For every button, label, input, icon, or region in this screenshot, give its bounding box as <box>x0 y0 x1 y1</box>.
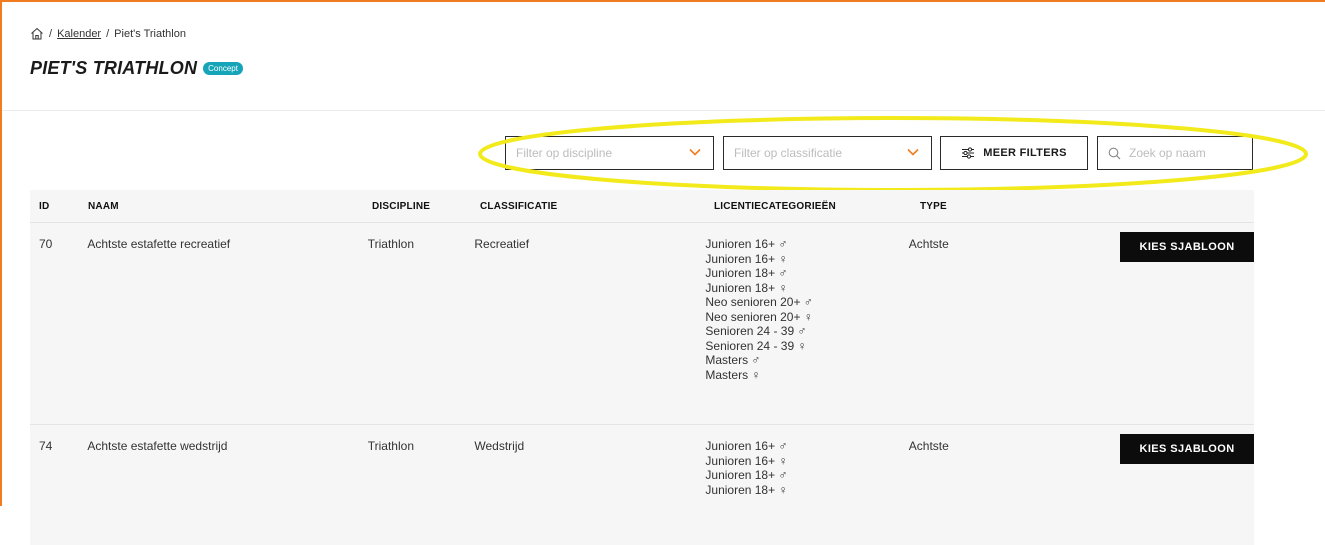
license-category: Junioren 18+ ♀ <box>705 280 788 295</box>
discipline-filter-placeholder: Filter op discipline <box>516 146 613 160</box>
license-category: Neo senioren 20+ ♀ <box>705 309 813 324</box>
column-header-classificatie: CLASSIFICATIE <box>480 200 558 212</box>
breadcrumb-link-kalender[interactable]: Kalender <box>57 28 101 40</box>
license-category: Masters ♀ <box>705 367 761 382</box>
search-icon <box>1108 147 1121 159</box>
chevron-down-icon <box>907 148 919 156</box>
cell-licentie: Junioren 16+ ♂ Junioren 16+ ♀ Junioren 1… <box>705 223 908 424</box>
more-filters-label: MEER FILTERS <box>983 147 1067 159</box>
cell-licentie: Junioren 16+ ♂ Junioren 16+ ♀ Junioren 1… <box>705 425 908 545</box>
title-row: PIET'S TRIATHLON Concept <box>30 58 243 79</box>
cell-classificatie: Wedstrijd <box>474 439 525 453</box>
cell-type: Achtste <box>908 439 949 453</box>
cell-id: 74 <box>39 439 53 453</box>
window-border-top <box>0 0 1325 2</box>
cell-action: KIES SJABLOON <box>1120 425 1255 545</box>
license-category: Junioren 18+ ♀ <box>705 482 788 497</box>
status-badge: Concept <box>203 62 243 75</box>
license-category: Masters ♂ <box>705 353 761 367</box>
more-filters-button[interactable]: MEER FILTERS <box>940 136 1088 170</box>
breadcrumb-separator: / <box>49 27 53 40</box>
discipline-filter-select[interactable]: Filter op discipline <box>505 136 714 170</box>
home-icon[interactable] <box>30 27 44 40</box>
chevron-down-icon <box>689 148 701 156</box>
choose-template-button[interactable]: KIES SJABLOON <box>1120 232 1255 262</box>
breadcrumb-current: Piet's Triathlon <box>114 27 186 40</box>
cell-naam: Achtste estafette wedstrijd <box>87 439 228 453</box>
license-category: Junioren 16+ ♂ <box>705 237 788 251</box>
license-category: Junioren 18+ ♂ <box>705 468 788 482</box>
license-category: Senioren 24 - 39 ♂ <box>705 324 807 338</box>
cell-naam: Achtste estafette recreatief <box>87 237 231 251</box>
license-category: Junioren 16+ ♀ <box>705 453 788 468</box>
table-row: 70 Achtste estafette recreatief Triathlo… <box>30 222 1255 424</box>
cell-classificatie: Recreatief <box>474 237 530 251</box>
column-header-type: TYPE <box>920 200 947 212</box>
breadcrumb-separator: / <box>106 27 110 40</box>
templates-table: ID NAAM DISCIPLINE CLASSIFICATIE LICENTI… <box>30 190 1255 545</box>
table-header: ID NAAM DISCIPLINE CLASSIFICATIE LICENTI… <box>30 190 1254 222</box>
column-header-licentie: LICENTIECATEGORIEËN <box>714 200 836 212</box>
column-header-naam: NAAM <box>88 200 119 212</box>
search-placeholder: Zoek op naam <box>1129 146 1206 160</box>
column-header-id: ID <box>39 200 50 212</box>
cell-discipline: Triathlon <box>367 439 414 453</box>
table-row: 74 Achtste estafette wedstrijd Triathlon… <box>30 424 1255 545</box>
license-category: Junioren 18+ ♂ <box>705 266 788 280</box>
sliders-icon <box>962 147 975 159</box>
column-header-discipline: DISCIPLINE <box>372 200 431 212</box>
license-category: Neo senioren 20+ ♂ <box>705 295 813 309</box>
cell-id: 70 <box>39 237 53 251</box>
cell-action: KIES SJABLOON <box>1120 223 1255 424</box>
header-divider <box>2 110 1325 111</box>
window-border-left <box>0 0 2 506</box>
page-title: PIET'S TRIATHLON <box>30 58 198 78</box>
license-category: Junioren 16+ ♂ <box>705 439 788 453</box>
classification-filter-placeholder: Filter op classificatie <box>734 146 843 160</box>
cell-type: Achtste <box>908 237 949 251</box>
cell-discipline: Triathlon <box>367 237 414 251</box>
search-input[interactable]: Zoek op naam <box>1097 136 1253 170</box>
license-category: Senioren 24 - 39 ♀ <box>705 338 807 353</box>
breadcrumb: / Kalender / Piet's Triathlon <box>30 27 186 40</box>
classification-filter-select[interactable]: Filter op classificatie <box>723 136 932 170</box>
license-category: Junioren 16+ ♀ <box>705 251 788 266</box>
choose-template-button[interactable]: KIES SJABLOON <box>1120 434 1255 464</box>
